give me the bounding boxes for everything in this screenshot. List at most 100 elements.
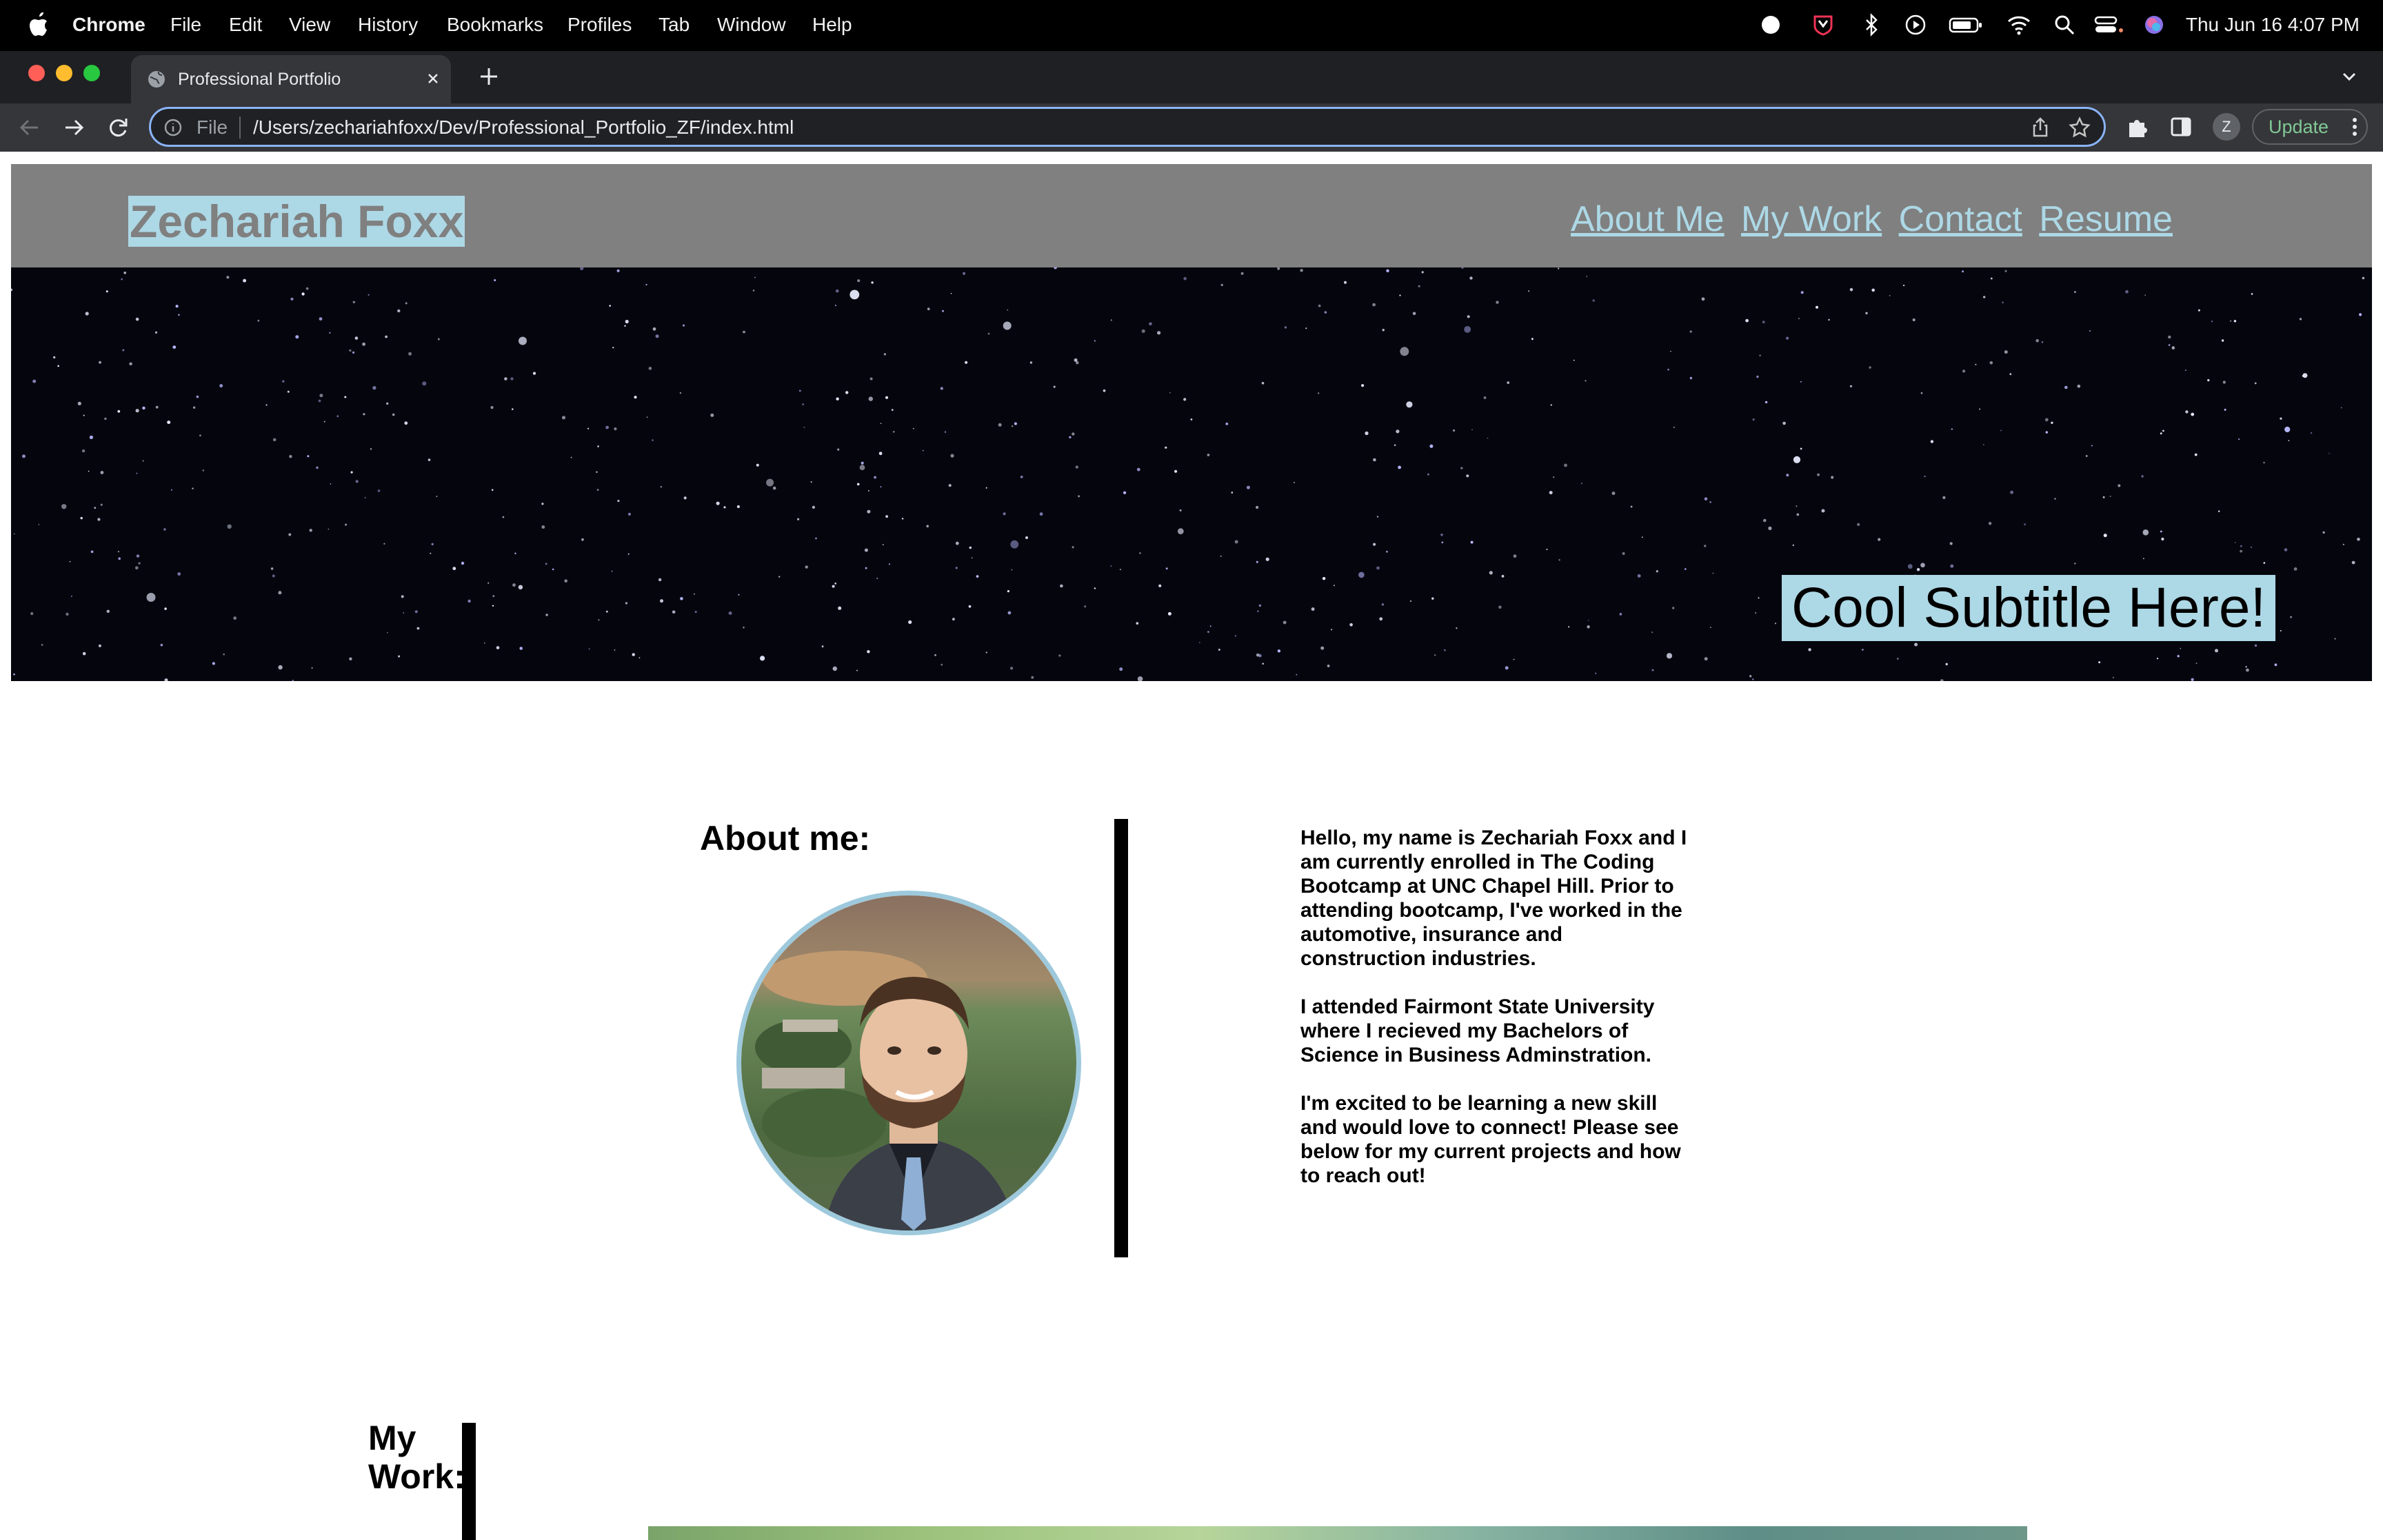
star-dot: [428, 458, 431, 461]
menu-history[interactable]: History: [358, 12, 418, 37]
control-center-icon[interactable]: [2093, 12, 2125, 37]
star-dot: [2263, 461, 2265, 464]
project-preview-image[interactable]: [648, 1526, 2027, 1540]
record-indicator-icon[interactable]: [1758, 12, 1783, 37]
star-dot: [1136, 467, 1140, 472]
star-dot: [301, 292, 305, 296]
star-dot: [976, 575, 979, 578]
url-text[interactable]: /Users/zechariahfoxx/Dev/Professional_Po…: [253, 115, 794, 140]
star-dot: [436, 496, 438, 498]
menu-file[interactable]: File: [170, 12, 201, 37]
menu-view[interactable]: View: [289, 12, 330, 37]
star-dot: [2125, 290, 2129, 294]
star-dot: [461, 561, 465, 565]
star-dot: [541, 503, 544, 505]
address-bar[interactable]: File /Users/zechariahfoxx/Dev/Profession…: [149, 107, 2106, 147]
forward-arrow-icon[interactable]: [59, 113, 88, 142]
star-dot: [1670, 350, 1671, 352]
star-dot: [1418, 285, 1420, 287]
star-dot: [1379, 617, 1383, 621]
star-dot: [2359, 313, 2362, 316]
star-dot: [355, 480, 359, 483]
browser-tab-active[interactable]: Professional Portfolio: [131, 55, 451, 103]
menu-help[interactable]: Help: [812, 12, 852, 37]
reload-icon[interactable]: [103, 113, 132, 142]
star-dot: [1452, 429, 1456, 432]
star-dot: [1831, 476, 1834, 479]
window-close-button[interactable]: [28, 65, 45, 81]
nav-link-my-work[interactable]: My Work: [1741, 199, 1882, 239]
site-info-icon[interactable]: [163, 118, 183, 137]
star-dot: [199, 434, 201, 437]
window-minimize-button[interactable]: [56, 65, 72, 81]
update-button[interactable]: Update: [2252, 109, 2368, 145]
new-tab-plus-icon[interactable]: [477, 65, 501, 88]
star-dot: [2109, 496, 2111, 497]
menu-window[interactable]: Window: [717, 12, 786, 37]
nav-link-contact[interactable]: Contact: [1899, 199, 2022, 239]
star-dot: [117, 409, 121, 413]
star-dot: [985, 487, 987, 489]
star-dot: [467, 599, 471, 603]
star-dot: [287, 390, 290, 393]
star-dot: [100, 503, 103, 506]
star-dot: [212, 662, 215, 665]
star-dot: [743, 330, 745, 334]
menu-edit[interactable]: Edit: [229, 12, 262, 37]
nav-link-resume[interactable]: Resume: [2039, 199, 2173, 239]
spotlight-search-icon[interactable]: [2052, 12, 2077, 37]
star-dot: [883, 353, 886, 356]
apple-logo-icon[interactable]: [26, 10, 50, 40]
wifi-icon[interactable]: [2007, 12, 2031, 37]
siri-icon[interactable]: [2142, 12, 2166, 37]
menu-profiles[interactable]: Profiles: [567, 12, 632, 37]
star-dot: [1637, 574, 1641, 578]
tab-title: Professional Portfolio: [178, 70, 341, 89]
star-dot: [2218, 510, 2220, 512]
star-dot: [1550, 404, 1552, 406]
menu-app-chrome[interactable]: Chrome: [72, 12, 145, 37]
bluetooth-icon[interactable]: [1859, 12, 1884, 37]
star-dot: [1531, 338, 1534, 341]
share-icon[interactable]: [2029, 116, 2051, 139]
bookmark-star-icon[interactable]: [2068, 116, 2091, 139]
star-dot: [289, 455, 292, 458]
star-dot: [926, 525, 929, 528]
star-dot: [319, 394, 323, 398]
window-zoom-button[interactable]: [83, 65, 100, 81]
star-dot: [1322, 577, 1326, 580]
star-dot: [164, 678, 168, 681]
side-panel-icon[interactable]: [2169, 114, 2193, 139]
tab-search-chevron-icon[interactable]: [2339, 66, 2360, 87]
star-dot: [1689, 330, 1692, 333]
star-dot: [2329, 452, 2330, 454]
menu-tab[interactable]: Tab: [658, 12, 690, 37]
profile-avatar[interactable]: Z: [2213, 113, 2240, 141]
star-dot: [2240, 549, 2243, 553]
star-dot: [272, 438, 276, 442]
more-menu-dots-icon[interactable]: [2351, 117, 2358, 136]
update-button-label: Update: [2269, 116, 2329, 137]
star-dot: [1220, 283, 1223, 286]
play-circle-icon[interactable]: [1903, 12, 1928, 37]
star-dot: [1398, 465, 1401, 469]
star-dot: [1386, 550, 1388, 553]
star-dot: [223, 653, 225, 656]
menu-bookmarks[interactable]: Bookmarks: [447, 12, 543, 37]
star-dot: [660, 486, 662, 488]
star-dot: [2156, 658, 2159, 660]
menu-bar-clock[interactable]: Thu Jun 16 4:07 PM: [2186, 12, 2360, 37]
shield-app-icon[interactable]: [1811, 12, 1836, 37]
site-nav: About Me My Work Contact Resume: [1571, 197, 2180, 241]
about-me-heading: About me:: [700, 819, 871, 858]
nav-link-about-me[interactable]: About Me: [1571, 199, 1725, 239]
star-dot: [1225, 423, 1229, 425]
star-dot: [401, 595, 404, 598]
extensions-puzzle-icon[interactable]: [2125, 114, 2150, 139]
battery-icon[interactable]: [1949, 12, 1983, 37]
star-dot: [1903, 284, 1905, 287]
star-dot: [965, 361, 968, 364]
tab-close-icon[interactable]: [423, 69, 443, 88]
star-dot: [100, 471, 104, 474]
back-arrow-icon[interactable]: [15, 113, 44, 142]
